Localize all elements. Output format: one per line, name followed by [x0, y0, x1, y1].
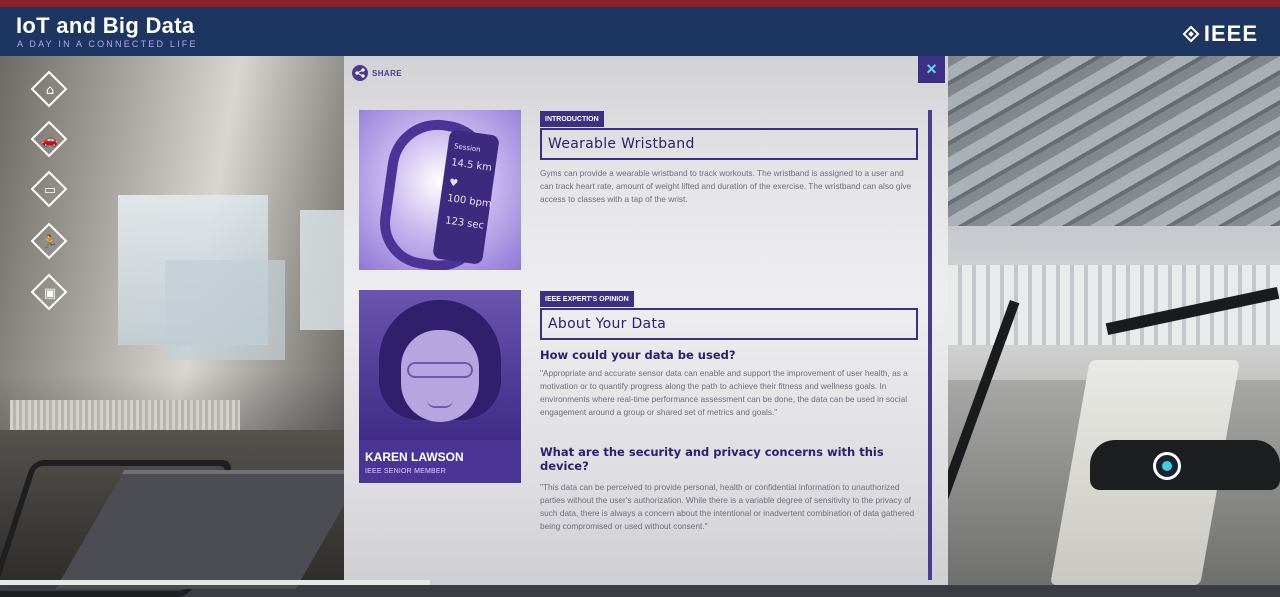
ieee-logo-text: IEEE	[1203, 21, 1258, 46]
question-data-use: How could your data be used?	[540, 348, 736, 362]
home-icon: ⌂	[45, 82, 55, 98]
car-nav-icon[interactable]: 🚗	[30, 120, 70, 160]
panel-scrollbar[interactable]	[928, 110, 932, 580]
hotspot-icon[interactable]	[1153, 452, 1181, 480]
bottom-strip	[0, 580, 430, 585]
expert-role: IEEE SENIOR MEMBER	[365, 468, 447, 475]
devices-icon: ▣	[43, 285, 57, 301]
answer-data-use: "Appropriate and accurate sensor data ca…	[540, 368, 908, 417]
app-subtitle: A DAY IN A CONNECTED LIFE	[17, 39, 198, 49]
car-icon: 🚗	[41, 132, 59, 148]
scene-ceiling	[948, 56, 1280, 226]
expert-portrait: KAREN LAWSON IEEE SENIOR MEMBER	[359, 290, 521, 483]
ieee-diamond-icon	[1183, 26, 1199, 42]
share-label: SHARE	[372, 68, 403, 78]
office-nav-icon[interactable]: ▭	[30, 170, 70, 210]
gym-nav-icon[interactable]: 🏃	[30, 222, 70, 262]
answer-privacy: "This data can be perceived to provide p…	[540, 482, 915, 531]
app-header: IoT and Big Data A DAY IN A CONNECTED LI…	[0, 7, 1280, 56]
ieee-logo[interactable]: IEEE	[1183, 21, 1258, 47]
devices-nav-icon[interactable]: ▣	[30, 273, 70, 313]
scene-window	[300, 210, 344, 330]
wristband-image: Session 14.5 km ♥ 100 bpm 123 sec	[359, 110, 521, 270]
app-title: IoT and Big Data	[16, 13, 195, 38]
expert-title: About Your Data	[540, 308, 918, 340]
portrait-mouth	[427, 400, 453, 408]
expert-name: KAREN LAWSON	[365, 450, 464, 464]
share-button[interactable]: SHARE	[352, 65, 402, 81]
close-button[interactable]: ×	[918, 56, 945, 83]
office-icon: ▭	[43, 182, 57, 198]
home-nav-icon[interactable]: ⌂	[30, 70, 70, 110]
scene-bike-seat	[1090, 440, 1280, 490]
intro-body: Gyms can provide a wearable wristband to…	[540, 168, 912, 204]
share-icon	[352, 65, 368, 81]
portrait-glasses	[407, 362, 473, 378]
heart-icon: ♥	[448, 177, 459, 190]
scene-window	[165, 260, 285, 360]
runner-icon: 🏃	[41, 234, 59, 250]
expert-tag: IEEE EXPERT'S OPINION	[540, 291, 634, 307]
question-privacy: What are the security and privacy concer…	[540, 445, 884, 473]
top-accent-strip	[0, 0, 1280, 7]
intro-tag: INTRODUCTION	[540, 111, 604, 127]
intro-title: Wearable Wristband	[540, 128, 918, 160]
